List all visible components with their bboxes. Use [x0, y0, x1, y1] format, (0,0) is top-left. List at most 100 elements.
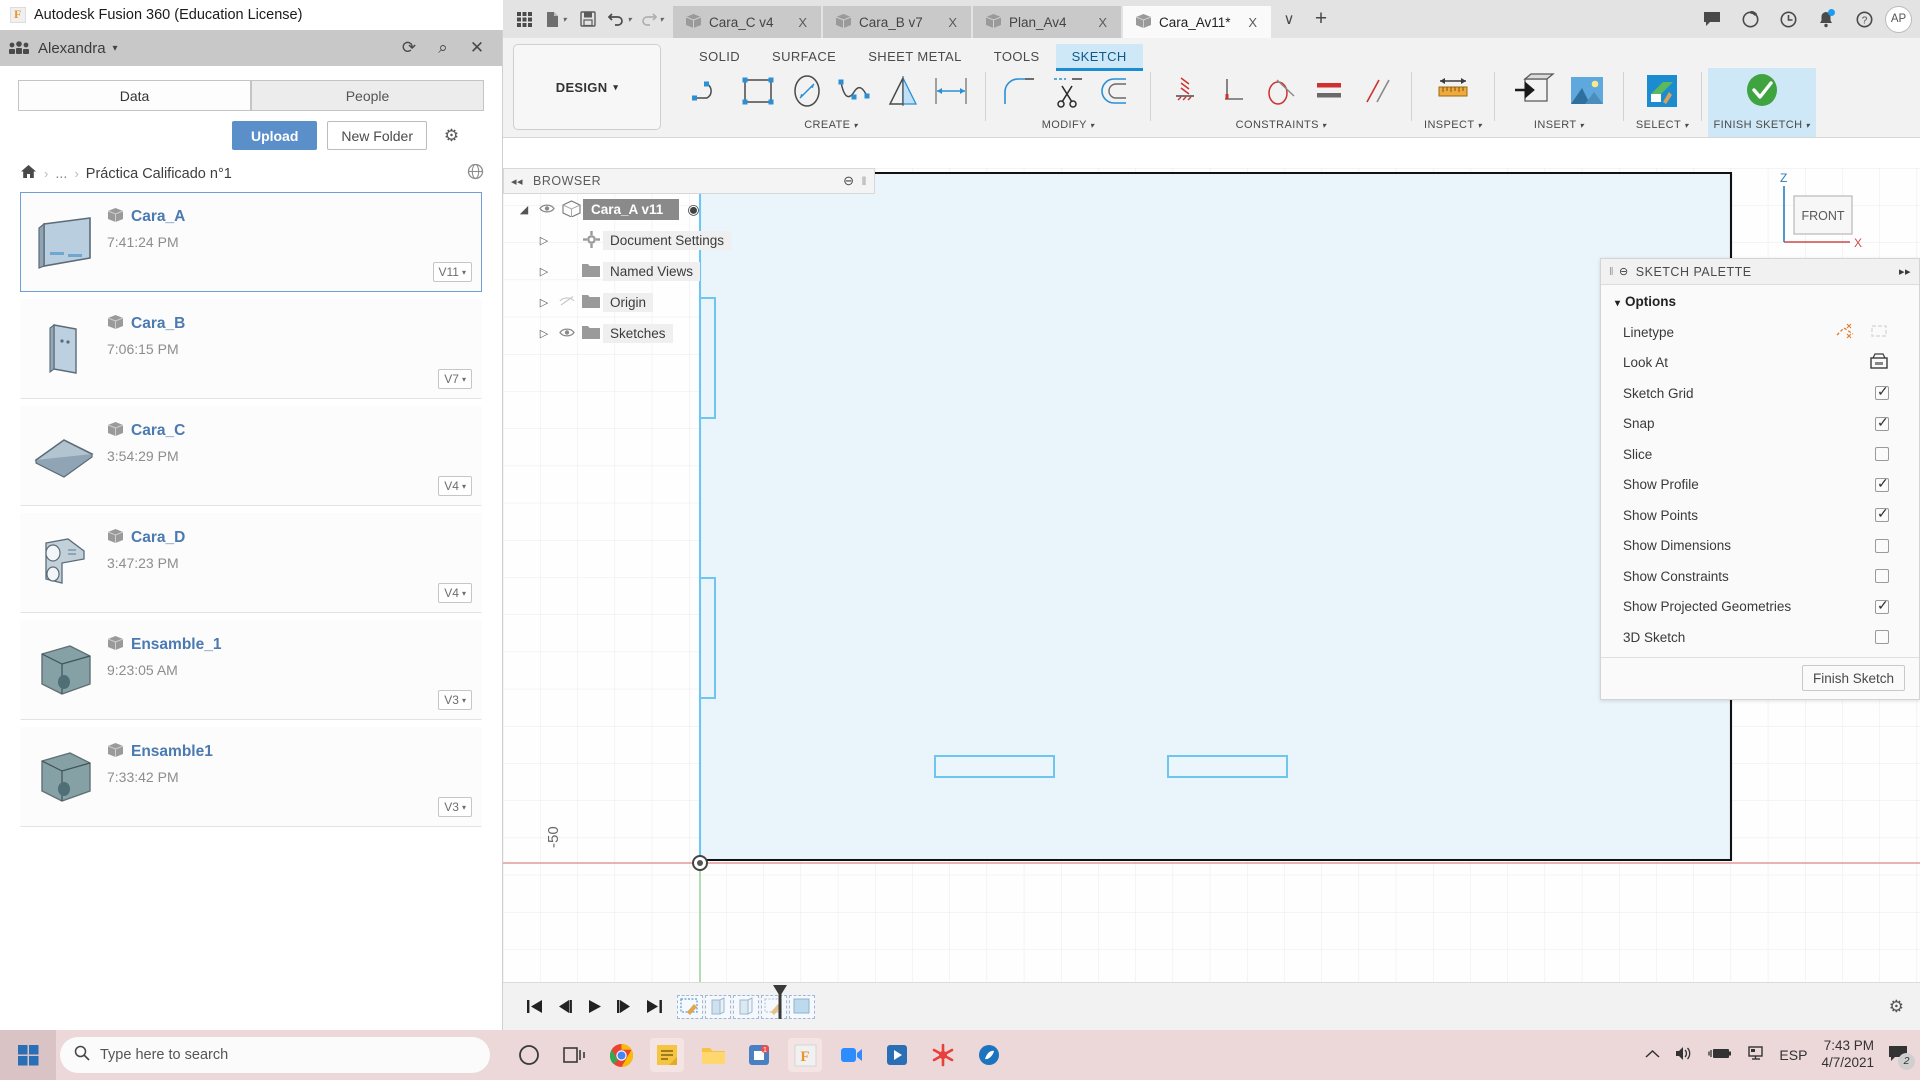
- sketch-canvas[interactable]: -50 ◂◂ BROWSER ⊖ ‖ ◢ Cara_A v11 ◉ ▷ Document…: [503, 168, 1920, 1030]
- item-name[interactable]: Cara_C: [131, 422, 185, 440]
- new-file-icon[interactable]: ▾: [541, 4, 571, 34]
- collapse-browser-icon[interactable]: ◂◂: [511, 175, 523, 188]
- palette-option-look-at[interactable]: Look At: [1601, 348, 1919, 379]
- list-item[interactable]: Ensamble1 7:33:42 PM V3 ▾: [20, 727, 482, 827]
- checkbox-show-dimensions[interactable]: [1875, 538, 1889, 553]
- timeline-feature-sketch[interactable]: [677, 994, 703, 1019]
- tab-overflow-icon[interactable]: ∨: [1273, 3, 1305, 35]
- item-name[interactable]: Ensamble_1: [131, 636, 221, 654]
- visibility-toggle-icon[interactable]: [535, 203, 559, 217]
- tab-people[interactable]: People: [251, 80, 484, 111]
- upload-button[interactable]: Upload: [231, 121, 318, 150]
- checkbox-show-projected-geometries[interactable]: [1875, 597, 1889, 614]
- ribbon-group-label-inspect[interactable]: INSPECT ▾: [1424, 119, 1482, 131]
- checkbox-snap[interactable]: [1875, 414, 1889, 431]
- expand-arrow-icon[interactable]: ▷: [533, 327, 555, 340]
- user-name[interactable]: Alexandra: [38, 40, 106, 57]
- list-item[interactable]: Ensamble_1 9:23:05 AM V3 ▾: [20, 620, 482, 720]
- timeline-marker[interactable]: [770, 983, 790, 1023]
- palette-option-show-dimensions[interactable]: Show Dimensions: [1601, 531, 1919, 562]
- item-name[interactable]: Cara_B: [131, 315, 185, 333]
- version-badge[interactable]: V3 ▾: [438, 690, 472, 710]
- item-name[interactable]: Cara_D: [131, 529, 185, 547]
- palette-menu-icon[interactable]: ⊖: [1619, 265, 1629, 278]
- undo-icon[interactable]: ▾: [605, 4, 635, 34]
- file-explorer-icon[interactable]: [696, 1038, 730, 1072]
- browser-menu-icon[interactable]: ⊖: [843, 173, 854, 189]
- timeline-feature-extrude-2[interactable]: [733, 994, 759, 1019]
- ribbon-group-label-finish-sketch[interactable]: FINISH SKETCH ▾: [1714, 119, 1810, 131]
- view-cube[interactable]: Z X FRONT: [1772, 168, 1892, 268]
- paint3d-icon[interactable]: [972, 1038, 1006, 1072]
- select-tool-icon[interactable]: [1637, 68, 1687, 114]
- search-input[interactable]: Type here to search: [100, 1047, 228, 1063]
- gear-icon[interactable]: ⚙: [437, 121, 466, 150]
- expand-arrow-icon[interactable]: ▷: [533, 296, 555, 309]
- document-tab[interactable]: Cara_Av11* X: [1123, 6, 1271, 38]
- timeline-feature-canvas[interactable]: [789, 994, 815, 1019]
- look-at-icon[interactable]: [1869, 352, 1889, 373]
- close-tab-icon[interactable]: X: [1242, 15, 1263, 30]
- palette-expand-icon[interactable]: ▸▸: [1899, 265, 1911, 278]
- zoom-app-icon[interactable]: [834, 1038, 868, 1072]
- timeline-feature-extrude[interactable]: [705, 994, 731, 1019]
- help-icon[interactable]: ?: [1847, 2, 1881, 36]
- finish-sketch-button[interactable]: Finish Sketch: [1801, 665, 1905, 691]
- network-icon[interactable]: [1746, 1045, 1765, 1065]
- palette-grip-icon[interactable]: ‖: [1609, 266, 1614, 278]
- measure-tool-icon[interactable]: [1428, 68, 1478, 114]
- workspace-tab-surface[interactable]: SURFACE: [756, 44, 852, 71]
- mirror-tool-icon[interactable]: [881, 70, 925, 112]
- chevron-down-icon[interactable]: ▾: [659, 15, 663, 24]
- timeline-settings-icon[interactable]: ⚙: [1889, 997, 1904, 1017]
- fix-constraint-icon[interactable]: [1163, 70, 1207, 112]
- options-section-title[interactable]: ▾ Options: [1601, 294, 1919, 317]
- checkbox-show-constraints[interactable]: [1875, 569, 1889, 584]
- list-item[interactable]: Cara_D 3:47:23 PM V4 ▾: [20, 513, 482, 613]
- redo-icon[interactable]: ▾: [637, 4, 667, 34]
- antivirus-icon[interactable]: [926, 1038, 960, 1072]
- search-icon[interactable]: ⌕: [426, 31, 460, 65]
- document-tab[interactable]: Plan_Av4 X: [973, 6, 1121, 38]
- tangent-constraint-icon[interactable]: [1259, 70, 1303, 112]
- taskbar-clock[interactable]: 7:43 PM 4/7/2021: [1821, 1038, 1874, 1072]
- palette-option-show-profile[interactable]: Show Profile: [1601, 470, 1919, 501]
- checkbox-sketch-grid[interactable]: [1875, 383, 1889, 401]
- offset-tool-icon[interactable]: [1094, 70, 1138, 112]
- version-badge[interactable]: V3 ▾: [438, 797, 472, 817]
- close-panel-icon[interactable]: ✕: [460, 31, 494, 65]
- breadcrumb-ellipsis[interactable]: ...: [55, 166, 67, 182]
- version-badge[interactable]: V4 ▾: [438, 583, 472, 603]
- start-button[interactable]: [0, 1030, 56, 1080]
- fillet-tool-icon[interactable]: [998, 70, 1042, 112]
- home-icon[interactable]: [20, 164, 37, 183]
- breadcrumb-current-folder[interactable]: Práctica Calificado n°1: [86, 166, 232, 182]
- centerline-linetype-icon[interactable]: [1869, 323, 1889, 342]
- palette-option-snap[interactable]: Snap: [1601, 409, 1919, 440]
- list-item[interactable]: Cara_C 3:54:29 PM V4 ▾: [20, 406, 482, 506]
- timeline-step-forward[interactable]: [609, 992, 639, 1022]
- save-icon[interactable]: [573, 4, 603, 34]
- new-folder-button[interactable]: New Folder: [327, 121, 427, 150]
- close-tab-icon[interactable]: X: [792, 15, 813, 30]
- timeline-step-back[interactable]: [549, 992, 579, 1022]
- document-tab[interactable]: Cara_C v4 X: [673, 6, 821, 38]
- visibility-toggle-icon[interactable]: [555, 327, 579, 341]
- workspace-tab-sketch[interactable]: SKETCH: [1055, 44, 1143, 71]
- version-badge[interactable]: V11 ▾: [432, 262, 472, 282]
- close-tab-icon[interactable]: X: [1092, 15, 1113, 30]
- list-item[interactable]: Cara_B 7:06:15 PM V7 ▾: [20, 299, 482, 399]
- browser-node[interactable]: ▷ Named Views: [503, 256, 875, 287]
- timeline-play[interactable]: [579, 992, 609, 1022]
- chevron-down-icon[interactable]: ▾: [627, 15, 631, 24]
- avatar[interactable]: AP: [1885, 5, 1912, 33]
- timeline-go-to-beginning[interactable]: [519, 992, 549, 1022]
- dimension-tool-icon[interactable]: [929, 70, 973, 112]
- spline-tool-icon[interactable]: [833, 70, 877, 112]
- palette-option-linetype[interactable]: Linetype: [1601, 317, 1919, 348]
- checkbox-show-points[interactable]: [1875, 505, 1889, 523]
- tab-data[interactable]: Data: [18, 80, 251, 111]
- workspace-selector-button[interactable]: DESIGN ▾: [513, 44, 661, 130]
- workspace-tab-tools[interactable]: TOOLS: [978, 44, 1056, 71]
- equal-constraint-icon[interactable]: [1307, 70, 1351, 112]
